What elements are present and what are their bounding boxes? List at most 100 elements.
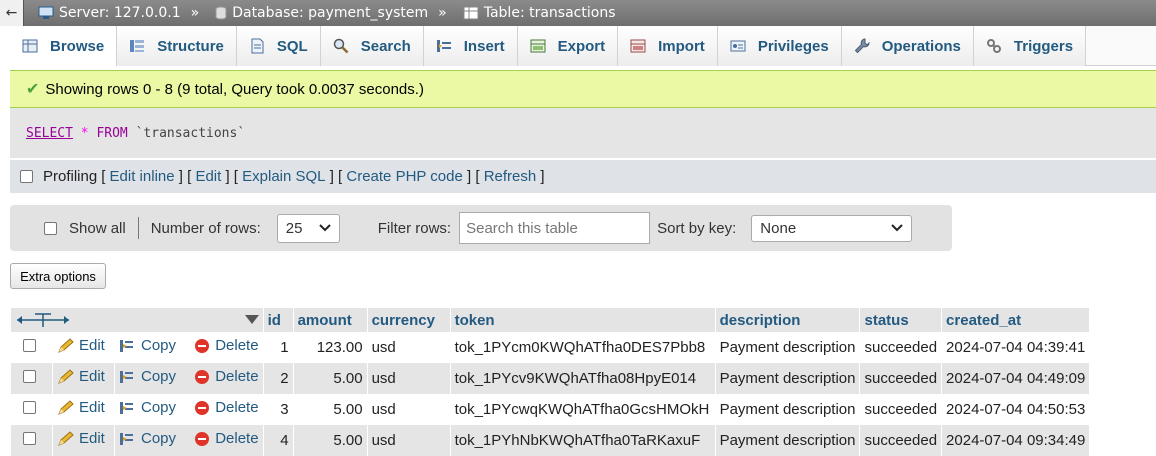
sort-dropdown-icon[interactable] bbox=[244, 315, 259, 325]
cell-description: Payment description bbox=[714, 363, 860, 394]
breadcrumb: ← Server: 127.0.0.1 » Database: payment_… bbox=[0, 0, 1156, 26]
show-all-checkbox[interactable] bbox=[44, 221, 57, 235]
sql-keyword-select[interactable]: SELECT bbox=[26, 126, 73, 141]
cell-token: tok_1PYhNbKWQhATfha0TaRKaxuF bbox=[449, 425, 716, 456]
sql-query: SELECT * FROM `transactions` bbox=[10, 108, 1156, 158]
row-delete-button[interactable]: Delete bbox=[194, 337, 259, 354]
copy-icon bbox=[120, 370, 133, 383]
row-copy-button[interactable]: Copy bbox=[119, 337, 176, 354]
database-icon bbox=[215, 6, 227, 20]
cell-currency: usd bbox=[366, 332, 451, 363]
back-arrow-icon[interactable]: ← bbox=[0, 0, 24, 26]
chevron-down-icon bbox=[319, 224, 331, 232]
column-header-status[interactable]: status bbox=[859, 308, 942, 332]
tab-insert[interactable]: Insert bbox=[423, 26, 518, 66]
chevron-down-icon bbox=[891, 224, 904, 232]
privileges-icon bbox=[730, 40, 746, 52]
cell-token: tok_1PYcm0KWQhATfha0DES7Pbb8 bbox=[449, 332, 716, 363]
column-header-amount[interactable]: amount bbox=[292, 308, 368, 332]
row-delete-button[interactable]: Delete bbox=[194, 399, 259, 416]
row-delete-button[interactable]: Delete bbox=[194, 368, 259, 385]
sql-icon bbox=[251, 38, 264, 54]
show-all-label: Show all bbox=[69, 219, 126, 237]
tab-export[interactable]: Export bbox=[517, 26, 619, 66]
copy-icon bbox=[120, 401, 133, 414]
sort-by-key-label: Sort by key: bbox=[657, 219, 737, 237]
row-copy-button[interactable]: Copy bbox=[119, 368, 176, 385]
edit-inline-link[interactable]: Edit inline bbox=[110, 168, 175, 185]
row-edit-button[interactable]: Edit bbox=[57, 368, 105, 385]
profiling-checkbox[interactable] bbox=[20, 170, 33, 183]
table-icon bbox=[463, 6, 479, 20]
number-of-rows-select[interactable]: 25 bbox=[276, 213, 340, 243]
browse-icon bbox=[22, 39, 38, 53]
success-message: ✔ Showing rows 0 - 8 (9 total, Query too… bbox=[10, 70, 1156, 108]
tab-structure[interactable]: Structure bbox=[117, 26, 237, 66]
cell-status: succeeded bbox=[859, 425, 942, 456]
filter-rows-label: Filter rows: bbox=[377, 219, 452, 237]
tab-bar: Browse Structure SQL Search Insert Expor… bbox=[10, 26, 1156, 66]
table-row: Edit Copy Delete 3 5.00 usd tok_1PYcwqKW… bbox=[10, 394, 1090, 425]
column-header-description[interactable]: description bbox=[714, 308, 860, 332]
extra-options-button[interactable]: Extra options bbox=[10, 263, 106, 289]
breadcrumb-server[interactable]: Server: 127.0.0.1 bbox=[38, 5, 181, 21]
pencil-icon bbox=[58, 338, 74, 353]
structure-icon bbox=[130, 40, 145, 52]
cell-token: tok_1PYcv9KWQhATfha08HpyE014 bbox=[449, 363, 716, 394]
table-actions-header bbox=[10, 308, 264, 332]
tab-import[interactable]: Import bbox=[618, 26, 718, 66]
cell-created-at: 2024-07-04 04:49:09 bbox=[941, 363, 1090, 394]
refresh-link[interactable]: Refresh bbox=[484, 168, 537, 185]
row-copy-button[interactable]: Copy bbox=[119, 399, 176, 416]
cell-id: 3 bbox=[262, 394, 294, 425]
table-row: Edit Copy Delete 2 5.00 usd tok_1PYcv9KW… bbox=[10, 363, 1090, 394]
breadcrumb-database[interactable]: Database: payment_system bbox=[215, 5, 428, 21]
tab-privileges[interactable]: Privileges bbox=[717, 26, 842, 66]
row-checkbox[interactable] bbox=[23, 432, 36, 445]
table-row: Edit Copy Delete 1 123.00 usd tok_1PYcm0… bbox=[10, 332, 1090, 363]
cell-created-at: 2024-07-04 09:34:49 bbox=[941, 425, 1090, 456]
cell-amount: 123.00 bbox=[292, 332, 368, 363]
explain-sql-link[interactable]: Explain SQL bbox=[242, 168, 325, 185]
row-delete-button[interactable]: Delete bbox=[194, 430, 259, 447]
tab-search[interactable]: Search bbox=[320, 26, 424, 66]
tab-operations[interactable]: Operations bbox=[841, 26, 974, 66]
column-header-id[interactable]: id bbox=[262, 308, 294, 332]
column-header-token[interactable]: token bbox=[449, 308, 716, 332]
row-edit-button[interactable]: Edit bbox=[57, 337, 105, 354]
sql-keyword-from: FROM bbox=[96, 125, 128, 141]
create-php-code-link[interactable]: Create PHP code bbox=[346, 168, 462, 185]
row-edit-button[interactable]: Edit bbox=[57, 430, 105, 447]
tab-browse[interactable]: Browse bbox=[10, 26, 118, 66]
column-header-created-at[interactable]: created_at bbox=[941, 308, 1090, 332]
tab-sql[interactable]: SQL bbox=[236, 26, 321, 66]
sort-by-key-select[interactable]: None bbox=[751, 214, 913, 242]
delete-icon bbox=[195, 400, 210, 415]
results-table: id amount currency token description sta… bbox=[10, 308, 1090, 456]
row-edit-button[interactable]: Edit bbox=[57, 399, 105, 416]
number-of-rows-label: Number of rows: bbox=[150, 219, 261, 237]
filter-rows-input[interactable] bbox=[459, 212, 651, 244]
tab-triggers[interactable]: Triggers bbox=[973, 26, 1087, 66]
pencil-icon bbox=[58, 369, 74, 384]
row-checkbox[interactable] bbox=[23, 339, 36, 352]
edit-link[interactable]: Edit bbox=[195, 168, 221, 185]
cell-currency: usd bbox=[366, 394, 451, 425]
cell-id: 2 bbox=[262, 363, 294, 394]
profiling-bar: Profiling [ Edit inline ] [ Edit ] [ Exp… bbox=[10, 160, 1156, 193]
row-checkbox[interactable] bbox=[23, 401, 36, 414]
breadcrumb-table[interactable]: Table: transactions bbox=[463, 5, 615, 21]
cell-status: succeeded bbox=[859, 332, 942, 363]
sql-star: * bbox=[80, 125, 89, 141]
operations-icon bbox=[854, 38, 870, 54]
cell-created-at: 2024-07-04 04:39:41 bbox=[941, 332, 1090, 363]
column-header-currency[interactable]: currency bbox=[366, 308, 451, 332]
cell-id: 4 bbox=[262, 425, 294, 456]
cell-currency: usd bbox=[366, 425, 451, 456]
row-copy-button[interactable]: Copy bbox=[119, 430, 176, 447]
row-checkbox[interactable] bbox=[23, 370, 36, 383]
profiling-label: Profiling bbox=[43, 168, 98, 185]
cell-status: succeeded bbox=[859, 363, 942, 394]
column-resize-arrows-icon[interactable] bbox=[15, 312, 71, 328]
triggers-icon bbox=[986, 39, 1001, 53]
